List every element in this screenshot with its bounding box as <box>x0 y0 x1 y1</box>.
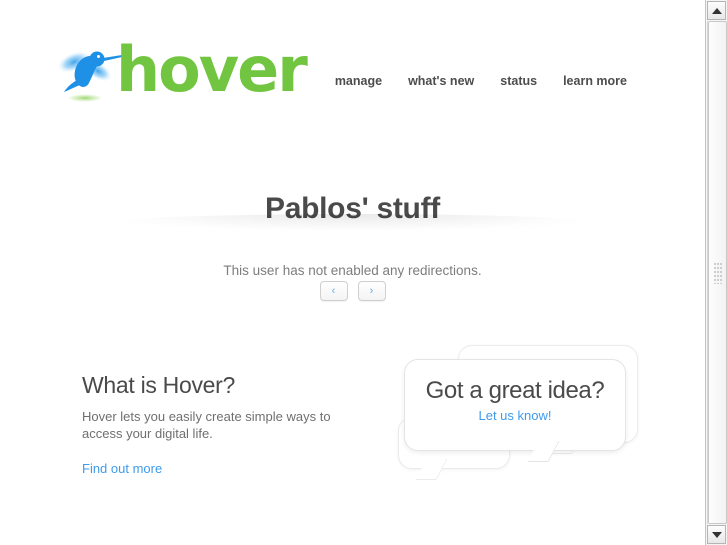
let-us-know-link[interactable]: Let us know! <box>479 408 552 423</box>
title-divider <box>123 214 585 230</box>
pagination-next-button[interactable]: › <box>357 281 386 301</box>
page-viewport: hover manage what's new status learn mor… <box>0 0 705 545</box>
scrollbar-track[interactable] <box>707 21 727 524</box>
main-nav: manage what's new status learn more <box>335 74 627 88</box>
find-out-more-link[interactable]: Find out more <box>82 461 162 476</box>
chevron-right-icon: › <box>369 284 374 297</box>
triangle-down-icon <box>711 531 722 538</box>
speech-bubble-tail <box>415 459 448 480</box>
bubble-heading: Got a great idea? <box>425 377 605 404</box>
chevron-left-icon: ‹ <box>331 284 336 297</box>
empty-state-message: This user has not enabled any redirectio… <box>223 262 482 278</box>
nav-item-learn-more[interactable]: learn more <box>563 74 627 88</box>
vertical-scrollbar[interactable] <box>705 0 727 545</box>
hover-wordmark: hover <box>116 33 308 106</box>
hover-logo[interactable]: hover <box>52 34 308 108</box>
nav-item-status[interactable]: status <box>500 74 537 88</box>
pagination-prev-button[interactable]: ‹ <box>319 281 348 301</box>
promo-heading: What is Hover? <box>82 372 236 398</box>
speech-bubble-content: Got a great idea? Let us know! <box>405 360 625 425</box>
grip-dots-icon <box>713 261 722 284</box>
promo-section: What is Hover? Hover lets you easily cre… <box>0 345 705 510</box>
triangle-up-icon <box>711 7 722 14</box>
site-header: hover manage what's new status learn mor… <box>0 0 705 128</box>
idea-bubbles: Got a great idea? Let us know! <box>390 345 660 480</box>
nav-item-manage[interactable]: manage <box>335 74 382 88</box>
what-is-hover-block: What is Hover? Hover lets you easily cre… <box>82 372 332 478</box>
nav-item-whats-new[interactable]: what's new <box>408 74 474 88</box>
promo-body: Hover lets you easily create simple ways… <box>82 409 331 441</box>
speech-bubble-front[interactable]: Got a great idea? Let us know! <box>404 359 626 462</box>
scroll-down-button[interactable] <box>707 525 726 544</box>
scroll-up-button[interactable] <box>707 1 726 20</box>
pagination: ‹ › <box>0 281 705 301</box>
hummingbird-icon <box>57 51 122 102</box>
scrollbar-thumb[interactable] <box>708 21 727 524</box>
